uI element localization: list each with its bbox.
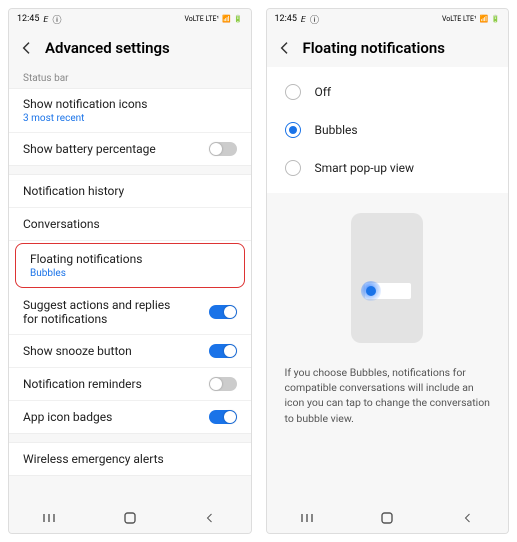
- group-emergency: Wireless emergency alerts: [9, 442, 251, 476]
- snooze-toggle[interactable]: [209, 344, 237, 358]
- left-phone: 12:45 𝘌 ⓘ VoLTE LTE¹ 📶 🔋 Advanced settin…: [8, 8, 252, 534]
- back-icon[interactable]: [277, 40, 293, 56]
- radio-icon: [285, 84, 301, 100]
- status-volte: VoLTE LTE¹: [442, 15, 477, 23]
- status-bar: 12:45 𝘌 ⓘ VoLTE LTE¹ 📶 🔋: [9, 9, 251, 29]
- row-floating[interactable]: Floating notifications Bubbles: [15, 243, 245, 288]
- recents-button[interactable]: [40, 511, 58, 525]
- radio-off[interactable]: Off: [267, 73, 509, 111]
- row-suggest[interactable]: Suggest actions and replies for notifica…: [9, 290, 251, 335]
- page-title: Advanced settings: [45, 39, 170, 57]
- floating-sub: Bubbles: [30, 268, 142, 279]
- status-bar: 12:45 𝘌 ⓘ VoLTE LTE¹ 📶 🔋: [267, 9, 509, 29]
- battery-label: Show battery percentage: [23, 142, 156, 156]
- show-icons-label: Show notification icons: [23, 97, 148, 111]
- battery-toggle[interactable]: [209, 142, 237, 156]
- badges-toggle[interactable]: [209, 410, 237, 424]
- emergency-label: Wireless emergency alerts: [23, 452, 164, 466]
- snooze-label: Show snooze button: [23, 344, 132, 358]
- description-text: If you choose Bubbles, notifications for…: [267, 353, 509, 438]
- nav-bar: [9, 503, 251, 533]
- group-statusbar: Show notification icons 3 most recent Sh…: [9, 88, 251, 166]
- section-status-bar: Status bar: [9, 67, 251, 88]
- status-time: 12:45: [17, 14, 39, 24]
- radio-smart-label: Smart pop-up view: [315, 161, 415, 175]
- app-bar: Advanced settings: [9, 29, 251, 67]
- battery-icon: 🔋: [234, 15, 243, 23]
- reminders-label: Notification reminders: [23, 377, 142, 391]
- back-button[interactable]: [201, 511, 219, 525]
- status-mode: 𝘌: [301, 15, 306, 24]
- recents-button[interactable]: [298, 511, 316, 525]
- suggest-toggle[interactable]: [209, 305, 237, 319]
- row-snooze[interactable]: Show snooze button: [9, 335, 251, 368]
- show-icons-sub: 3 most recent: [23, 113, 148, 124]
- row-reminders[interactable]: Notification reminders: [9, 368, 251, 401]
- signal-icon: 📶: [222, 15, 231, 23]
- radio-bubbles-label: Bubbles: [315, 123, 358, 137]
- status-net-icon: ⓘ: [310, 13, 319, 26]
- battery-icon: 🔋: [491, 15, 500, 23]
- status-volte: VoLTE LTE¹: [184, 15, 219, 23]
- floating-label: Floating notifications: [30, 252, 142, 266]
- home-button[interactable]: [378, 511, 396, 525]
- group-notifications: Notification history Conversations Float…: [9, 174, 251, 434]
- radio-off-label: Off: [315, 85, 332, 99]
- history-label: Notification history: [23, 184, 124, 198]
- suggest-label: Suggest actions and replies for notifica…: [23, 298, 173, 326]
- row-show-icons[interactable]: Show notification icons 3 most recent: [9, 89, 251, 133]
- signal-icon: 📶: [480, 15, 489, 23]
- radio-smart[interactable]: Smart pop-up view: [267, 149, 509, 187]
- app-bar: Floating notifications: [267, 29, 509, 67]
- right-phone: 12:45 𝘌 ⓘ VoLTE LTE¹ 📶 🔋 Floating notifi…: [266, 8, 510, 534]
- row-conversations[interactable]: Conversations: [9, 208, 251, 241]
- radio-bubbles[interactable]: Bubbles: [267, 111, 509, 149]
- status-time: 12:45: [275, 14, 297, 24]
- row-badges[interactable]: App icon badges: [9, 401, 251, 433]
- row-emergency[interactable]: Wireless emergency alerts: [9, 443, 251, 475]
- row-battery[interactable]: Show battery percentage: [9, 133, 251, 165]
- reminders-toggle[interactable]: [209, 377, 237, 391]
- home-button[interactable]: [121, 511, 139, 525]
- row-history[interactable]: Notification history: [9, 175, 251, 208]
- preview-area: [267, 193, 509, 353]
- nav-bar: [267, 503, 509, 533]
- radio-icon: [285, 160, 301, 176]
- status-mode: 𝘌: [43, 15, 48, 24]
- page-title: Floating notifications: [303, 39, 445, 57]
- back-button[interactable]: [459, 511, 477, 525]
- back-icon[interactable]: [19, 40, 35, 56]
- conversations-label: Conversations: [23, 217, 100, 231]
- status-net-icon: ⓘ: [52, 13, 61, 26]
- badges-label: App icon badges: [23, 410, 112, 424]
- preview-phone-icon: [351, 213, 423, 343]
- radio-icon: [285, 122, 301, 138]
